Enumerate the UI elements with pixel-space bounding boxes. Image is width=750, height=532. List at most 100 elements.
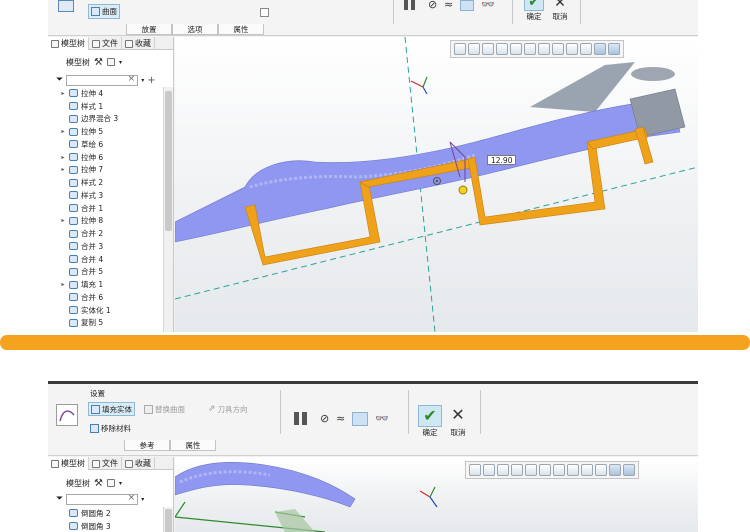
dimension-label[interactable]: 12.90 [487,155,517,165]
tree-item[interactable]: ▸ 拉伸 4 [48,87,163,100]
remove-material-button[interactable]: 移除材料 [90,422,131,434]
tab-placement[interactable]: 放置 [126,24,172,35]
tree-item[interactable]: 合并 1 [48,202,163,215]
settings-icon[interactable] [106,58,115,66]
scrollbar-thumb[interactable] [165,91,172,231]
drag-handle[interactable] [458,185,468,195]
clear-icon[interactable]: × [128,493,136,503]
tree-item[interactable]: 样式 2 [48,176,163,189]
tree-item[interactable]: 样式 3 [48,189,163,202]
expand-arrow-icon[interactable]: ▸ [60,154,66,161]
tree-item[interactable]: 倒圆角 3 [48,520,163,532]
verify-icon[interactable] [460,0,474,11]
tree-item[interactable]: 合并 3 [48,240,163,253]
tab-properties[interactable]: 属性 [170,440,216,451]
tree-toolbar: 模型树 ⚒ ▾ [48,55,173,69]
chevron-down-icon[interactable]: ▾ [141,77,144,84]
expand-arrow-icon[interactable]: ▸ [60,281,66,288]
favorites-icon [125,39,133,48]
no-preview-icon[interactable]: ⊘ [320,412,329,425]
folder-icon [92,459,100,468]
tree-item[interactable]: 合并 5 [48,266,163,279]
tab-model-tree[interactable]: 模型树 [48,457,89,470]
filter-icon[interactable]: ⏷ [56,494,63,504]
tab-files[interactable]: 文件 [89,37,122,50]
separator [280,390,281,434]
preview-icon[interactable]: ≈ [444,0,453,11]
ribbon-top: 曲面 放置 选项 属性 ⊘ ≈ 👓 ✔ 确定 ✕ 取消 [48,0,698,36]
chevron-down-icon[interactable]: ▾ [141,496,144,503]
feature-icon [69,140,78,149]
replace-surface-button[interactable]: 替换曲面 [144,403,185,415]
tree-item-label: 拉伸 8 [81,216,104,226]
fill-solid-button[interactable]: 填充实体 [88,402,135,416]
tool-direction-button[interactable]: ⇗ 刀具方向 [208,403,248,415]
tools-icon[interactable]: ⚒ [94,478,103,489]
graphics-viewport[interactable] [175,457,698,532]
verify-icon[interactable] [352,412,368,426]
confirm-button[interactable]: ✔ 确定 [418,404,442,438]
tree-item[interactable]: ▸ 拉伸 6 [48,151,163,164]
add-icon[interactable]: + [147,75,155,86]
tree-icon [51,459,59,468]
tree-item-label: 合并 1 [81,203,104,213]
no-preview-icon[interactable]: ⊘ [428,0,437,11]
tree-item[interactable]: 合并 2 [48,227,163,240]
filter-icon[interactable]: ⏷ [56,75,63,85]
pause-icon[interactable] [294,412,308,425]
tree-item[interactable]: 复制 5 [48,317,163,330]
tab-references[interactable]: 参考 [124,440,170,451]
filter-input[interactable]: × [66,493,139,505]
chevron-down-icon[interactable]: ▾ [119,59,122,66]
tree-item[interactable]: ▸ 填充 1 [48,278,163,291]
screenshot-bottom: 设置 填充实体 替换曲面 ⇗ 刀具方向 移除材料 参考 属性 ⊘ ≈ 👓 ✔ 确… [48,381,698,532]
tree-item-label: 合并 5 [81,267,104,277]
tree-item[interactable]: 倒圆角 2 [48,507,163,520]
tab-properties[interactable]: 属性 [218,24,264,35]
tree-item-label: 草绘 6 [81,139,104,149]
tab-model-tree[interactable]: 模型树 [48,37,89,50]
tree-item[interactable]: 合并 6 [48,291,163,304]
tree-item[interactable]: ▸ 拉伸 5 [48,125,163,138]
settings-icon[interactable] [106,479,115,487]
tools-icon[interactable]: ⚒ [94,57,103,68]
cancel-button[interactable]: ✕ 取消 [446,404,470,438]
tree-item[interactable]: ▸ 拉伸 7 [48,164,163,177]
tree-scrollbar[interactable] [163,507,173,532]
tree-item[interactable]: 样式 1 [48,100,163,113]
glasses-icon[interactable]: 👓 [481,0,495,11]
clear-icon[interactable]: × [128,74,136,84]
scrollbar-thumb[interactable] [165,509,172,532]
filter-input[interactable]: × [66,74,139,86]
intake [631,67,675,81]
expand-arrow-icon[interactable]: ▸ [60,128,66,135]
tree-item-label: 样式 1 [81,101,104,111]
tree-item[interactable]: 草绘 6 [48,138,163,151]
tab-favorites[interactable]: 收藏 [122,457,155,470]
cancel-button[interactable]: ✕ 取消 [550,0,570,22]
pause-icon[interactable] [404,0,416,10]
expand-arrow-icon[interactable]: ▸ [60,217,66,224]
feature-icon [69,242,78,251]
tab-favorites[interactable]: 收藏 [122,37,155,50]
tree-item[interactable]: ▸ 拉伸 8 [48,215,163,228]
expand-arrow-icon[interactable]: ▸ [60,90,66,97]
glasses-icon[interactable]: 👓 [375,412,389,425]
chevron-down-icon[interactable]: ▾ [119,480,122,487]
surface-button[interactable]: 曲面 [88,4,120,19]
tab-options[interactable]: 选项 [172,24,218,35]
feature-icon [69,114,78,123]
tab-files[interactable]: 文件 [89,457,122,470]
tree-item[interactable]: 合并 4 [48,253,163,266]
expand-arrow-icon[interactable]: ▸ [60,166,66,173]
tree-scrollbar[interactable] [163,87,173,332]
tree-toolbar: 模型树 ⚒ ▾ [48,476,173,490]
confirm-button[interactable]: ✔ 确定 [524,0,544,22]
graphics-viewport[interactable]: 12.90 [175,37,698,332]
tree-item[interactable]: 边界混合 3 [48,113,163,126]
model-canvas [175,37,698,332]
tree-item[interactable]: 实体化 1 [48,304,163,317]
checkbox[interactable] [260,8,269,17]
preview-icon[interactable]: ≈ [336,412,345,425]
fuselage-body [175,462,356,508]
